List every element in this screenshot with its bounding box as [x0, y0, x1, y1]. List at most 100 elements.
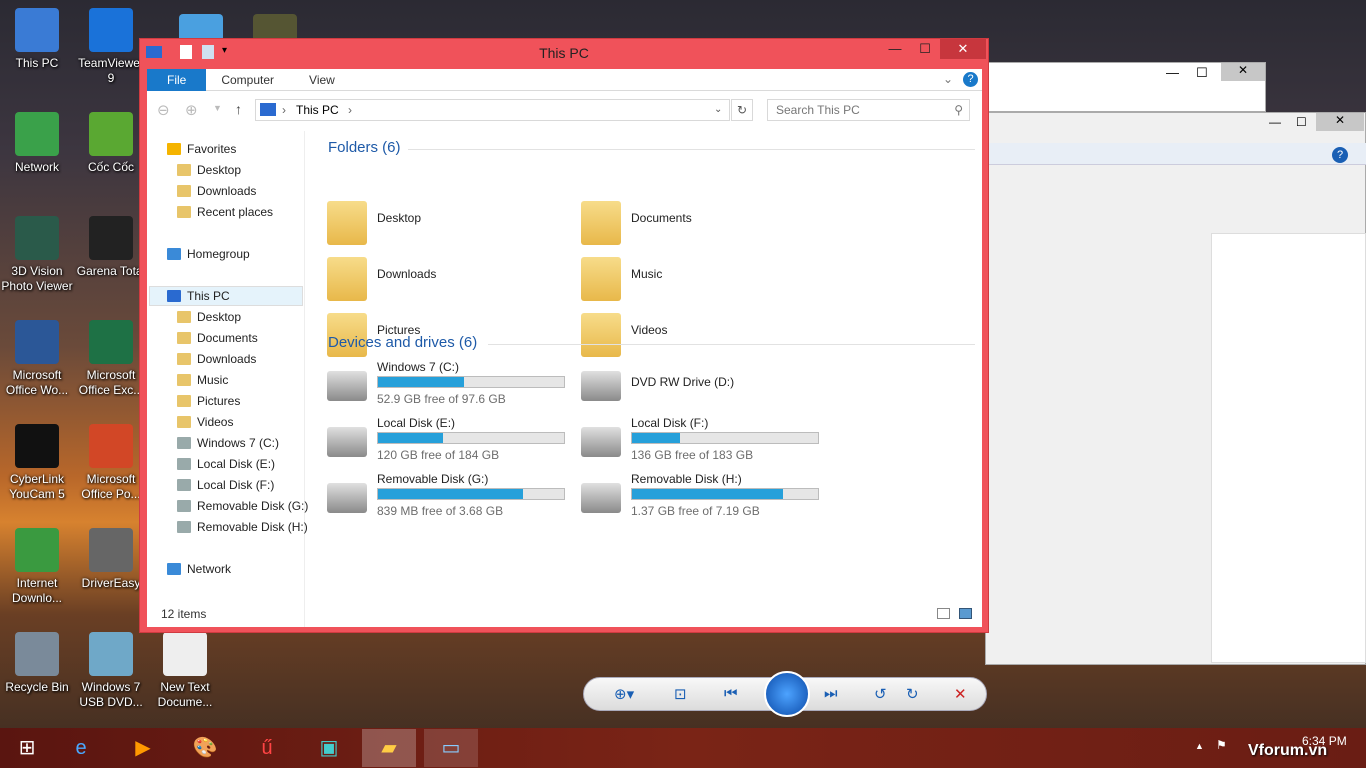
- unikey-icon[interactable]: ű: [240, 729, 294, 767]
- nav-item[interactable]: Downloads: [177, 181, 256, 201]
- breadcrumb-this-pc[interactable]: This PC: [296, 103, 339, 117]
- forward-button[interactable]: ⊕: [185, 101, 198, 119]
- folders-group-header[interactable]: Folders (6): [328, 139, 975, 156]
- desktop-icon[interactable]: DriverEasy: [74, 528, 148, 591]
- drive-item[interactable]: Removable Disk (H:) 1.37 GB free of 7.19 …: [581, 472, 826, 523]
- nav-item[interactable]: Removable Disk (G:): [177, 496, 308, 516]
- actual-size-icon[interactable]: ⊡: [674, 685, 687, 703]
- nav-item[interactable]: Pictures: [177, 391, 240, 411]
- close-button[interactable]: ✕: [1316, 113, 1364, 131]
- up-button[interactable]: ↑: [235, 101, 242, 117]
- breadcrumb-chevron[interactable]: ›: [348, 103, 352, 117]
- folder-item[interactable]: Music: [581, 253, 821, 303]
- internet-explorer-icon[interactable]: e: [54, 729, 108, 767]
- nav-homegroup[interactable]: Homegroup: [167, 244, 250, 264]
- tab-computer[interactable]: Computer: [206, 69, 289, 91]
- folder-item[interactable]: Downloads: [327, 253, 567, 303]
- nav-label: Local Disk (E:): [197, 457, 276, 471]
- details-view-icon[interactable]: [937, 608, 950, 619]
- drive-item[interactable]: Local Disk (F:) 136 GB free of 183 GB: [581, 416, 826, 467]
- large-icons-view-icon[interactable]: [959, 608, 972, 619]
- media-player-icon[interactable]: ▶: [116, 729, 170, 767]
- desktop-icon-label: DriverEasy: [81, 576, 141, 590]
- maximize-button[interactable]: ☐: [1296, 115, 1307, 129]
- desktop-icon[interactable]: TeamViewer 9: [74, 8, 148, 86]
- previous-button[interactable]: ⏮: [724, 685, 738, 702]
- desktop-icon[interactable]: Windows 7 USB DVD...: [74, 632, 148, 710]
- tab-view[interactable]: View: [289, 69, 350, 91]
- close-button[interactable]: ✕: [1221, 63, 1265, 81]
- tab-file[interactable]: File: [147, 68, 207, 91]
- nav-item[interactable]: Desktop: [177, 307, 241, 327]
- paint-icon[interactable]: 🎨: [178, 729, 232, 767]
- photo-app-icon[interactable]: ▣: [302, 729, 356, 767]
- nav-item[interactable]: Removable Disk (H:): [177, 517, 308, 537]
- recent-locations-icon[interactable]: ▼: [213, 103, 222, 113]
- drive-icon: [327, 427, 367, 457]
- desktop-icon[interactable]: Microsoft Office Po...: [74, 424, 148, 502]
- drive-item[interactable]: Windows 7 (C:) 52.9 GB free of 97.6 GB: [327, 360, 572, 411]
- action-center-flag-icon[interactable]: ⚑: [1216, 738, 1227, 752]
- desktop-icon[interactable]: Internet Downlo...: [0, 528, 74, 606]
- breadcrumb-chevron[interactable]: ›: [282, 100, 286, 120]
- help-icon[interactable]: ?: [963, 72, 978, 87]
- nav-item[interactable]: Desktop: [177, 160, 241, 180]
- back-button[interactable]: ⊖: [157, 101, 170, 119]
- nav-item[interactable]: Local Disk (E:): [177, 454, 275, 474]
- desktop-icon[interactable]: New Text Docume...: [148, 632, 222, 710]
- nav-item[interactable]: Music: [177, 370, 228, 390]
- devices-group-header[interactable]: Devices and drives (6): [328, 334, 975, 351]
- drive-usage-bar: [631, 432, 819, 444]
- maximize-button[interactable]: ☐: [1196, 65, 1208, 81]
- nav-favorites[interactable]: Favorites: [167, 139, 236, 159]
- search-input[interactable]: Search This PC ⚲: [767, 99, 970, 121]
- nav-item[interactable]: Videos: [177, 412, 233, 432]
- rotate-counterclockwise-icon[interactable]: ↺: [874, 685, 887, 703]
- nav-label: Pictures: [197, 394, 241, 408]
- zoom-icon[interactable]: ⊕▾: [614, 685, 634, 703]
- desktop-icon[interactable]: Recycle Bin: [0, 632, 74, 695]
- refresh-button[interactable]: ↻: [731, 99, 753, 121]
- show-hidden-icons[interactable]: ▲: [1195, 741, 1204, 751]
- desktop-icon[interactable]: Cốc Cốc: [74, 112, 148, 175]
- rotate-clockwise-icon[interactable]: ↻: [906, 685, 919, 703]
- minimize-button[interactable]: —: [880, 39, 910, 59]
- photo-viewer-taskbar-button[interactable]: ▭: [424, 729, 478, 767]
- nav-this-pc[interactable]: This PC: [167, 286, 230, 306]
- nav-item[interactable]: Local Disk (F:): [177, 475, 274, 495]
- nav-item[interactable]: Downloads: [177, 349, 256, 369]
- address-dropdown-icon[interactable]: ⌄: [714, 100, 722, 120]
- file-explorer-taskbar-button[interactable]: ▰: [362, 729, 416, 767]
- nav-item[interactable]: Windows 7 (C:): [177, 433, 279, 453]
- slideshow-button[interactable]: [764, 671, 810, 717]
- drive-item[interactable]: Local Disk (E:) 120 GB free of 184 GB: [327, 416, 572, 467]
- nav-network[interactable]: Network: [167, 559, 231, 579]
- address-bar[interactable]: › This PC › ⌄: [255, 99, 730, 121]
- maximize-button[interactable]: ☐: [910, 39, 940, 59]
- expand-ribbon-icon[interactable]: ⌄: [943, 72, 953, 86]
- help-icon[interactable]: ?: [1332, 147, 1348, 163]
- desktop-icon[interactable]: 3D Vision Photo Viewer: [0, 216, 74, 294]
- folder-item[interactable]: Desktop: [327, 197, 567, 247]
- desktop-icon[interactable]: This PC: [0, 8, 74, 71]
- folder-item[interactable]: Videos: [581, 309, 821, 359]
- background-window[interactable]: — ☐ ✕: [985, 62, 1266, 112]
- close-button[interactable]: ✕: [940, 39, 986, 59]
- next-button[interactable]: ⏭: [824, 685, 838, 702]
- delete-icon[interactable]: ✕: [954, 685, 967, 703]
- folder-item[interactable]: Documents: [581, 197, 821, 247]
- desktop-icon[interactable]: CyberLink YouCam 5: [0, 424, 74, 502]
- desktop-icon[interactable]: Microsoft Office Exc...: [74, 320, 148, 398]
- nav-item[interactable]: Documents: [177, 328, 258, 348]
- drive-item[interactable]: DVD RW Drive (D:): [581, 361, 826, 411]
- desktop-icon[interactable]: Microsoft Office Wo...: [0, 320, 74, 398]
- start-button[interactable]: ⊞: [0, 729, 54, 767]
- desktop-icon[interactable]: Garena Total: [74, 216, 148, 279]
- minimize-button[interactable]: —: [1166, 65, 1179, 80]
- photo-viewer-window[interactable]: — ☐ ✕ ?: [985, 112, 1366, 665]
- desktop-icon[interactable]: Network: [0, 112, 74, 175]
- app-icon: [15, 528, 59, 572]
- drive-item[interactable]: Removable Disk (G:) 839 MB free of 3.68 G…: [327, 472, 572, 523]
- nav-item[interactable]: Recent places: [177, 202, 273, 222]
- minimize-button[interactable]: —: [1269, 115, 1281, 129]
